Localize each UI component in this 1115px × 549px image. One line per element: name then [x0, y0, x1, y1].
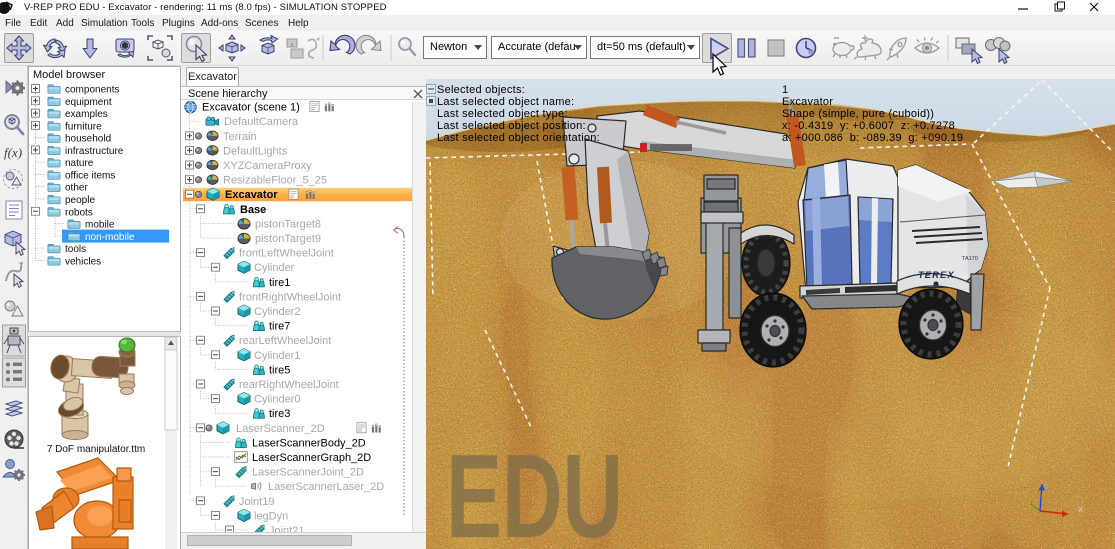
svg-text:pistonTarget8: pistonTarget8 — [255, 218, 321, 230]
svg-text:vehicles: vehicles — [65, 256, 101, 267]
svg-text:rearRightWheelJoint: rearRightWheelJoint — [239, 379, 339, 391]
svg-text:Cylinder2: Cylinder2 — [254, 306, 300, 318]
svg-text:f(x): f(x) — [4, 145, 22, 160]
svg-text:7 DoF manipulator.ttm: 7 DoF manipulator.ttm — [47, 444, 145, 455]
svg-text:Excavator: Excavator — [225, 189, 278, 201]
svg-text:nature: nature — [65, 158, 94, 169]
svg-text:rearLeftWheelJoint: rearLeftWheelJoint — [239, 335, 331, 347]
svg-text:Cylinder: Cylinder — [254, 262, 295, 274]
svg-text:furniture: furniture — [65, 121, 102, 132]
svg-text:Joint21: Joint21 — [269, 525, 304, 532]
svg-text:components: components — [65, 85, 119, 96]
svg-text:people: people — [65, 195, 95, 206]
svg-text:TEREX: TEREX — [918, 270, 955, 281]
svg-text:LaserScannerGraph_2D: LaserScannerGraph_2D — [252, 452, 371, 464]
svg-text:tire5: tire5 — [269, 364, 290, 376]
svg-text:LaserScannerLaser_2D: LaserScannerLaser_2D — [268, 481, 384, 493]
svg-text:pistonTarget9: pistonTarget9 — [255, 233, 321, 245]
svg-text:LaserScanner_2D: LaserScanner_2D — [236, 423, 325, 435]
svg-text:examples: examples — [65, 109, 108, 120]
svg-text:tire1: tire1 — [269, 277, 290, 289]
svg-text:Joint19: Joint19 — [239, 496, 274, 508]
svg-text:Terrain: Terrain — [223, 131, 257, 143]
svg-text:tire7: tire7 — [269, 321, 290, 333]
svg-text:EDU: EDU — [446, 430, 623, 549]
svg-text:Cylinder0: Cylinder0 — [254, 394, 300, 406]
svg-text:infrastructure: infrastructure — [65, 146, 124, 157]
svg-text:TA170: TA170 — [962, 256, 978, 262]
svg-text:office items: office items — [65, 171, 115, 182]
svg-text:z: z — [1044, 482, 1048, 491]
svg-text:mobile: mobile — [85, 220, 115, 231]
svg-text:frontRightWheelJoint: frontRightWheelJoint — [239, 291, 341, 303]
svg-text:non-mobile: non-mobile — [85, 232, 135, 243]
svg-text:DefaultCamera: DefaultCamera — [224, 116, 299, 128]
svg-text:Base: Base — [240, 204, 266, 216]
svg-text:ResizableFloor_5_25: ResizableFloor_5_25 — [223, 175, 327, 187]
svg-text:Excavator (scene 1): Excavator (scene 1) — [202, 102, 300, 114]
svg-text:tools: tools — [65, 244, 86, 255]
svg-text:Cylinder1: Cylinder1 — [254, 350, 300, 362]
svg-text:DefaultLights: DefaultLights — [223, 145, 288, 157]
svg-text:legDyn: legDyn — [254, 510, 288, 522]
svg-text:equipment: equipment — [65, 97, 112, 108]
svg-text:LaserScannerBody_2D: LaserScannerBody_2D — [252, 437, 366, 449]
svg-text:other: other — [65, 183, 88, 194]
svg-text:robots: robots — [65, 207, 93, 218]
svg-text:XYZCameraProxy: XYZCameraProxy — [223, 160, 312, 172]
svg-text:household: household — [65, 134, 111, 145]
svg-text:x: x — [1078, 504, 1083, 515]
svg-text:LaserScannerJoint_2D: LaserScannerJoint_2D — [252, 467, 364, 479]
svg-text:tire3: tire3 — [269, 408, 290, 420]
svg-text:frontLeftWheelJoint: frontLeftWheelJoint — [239, 248, 334, 260]
